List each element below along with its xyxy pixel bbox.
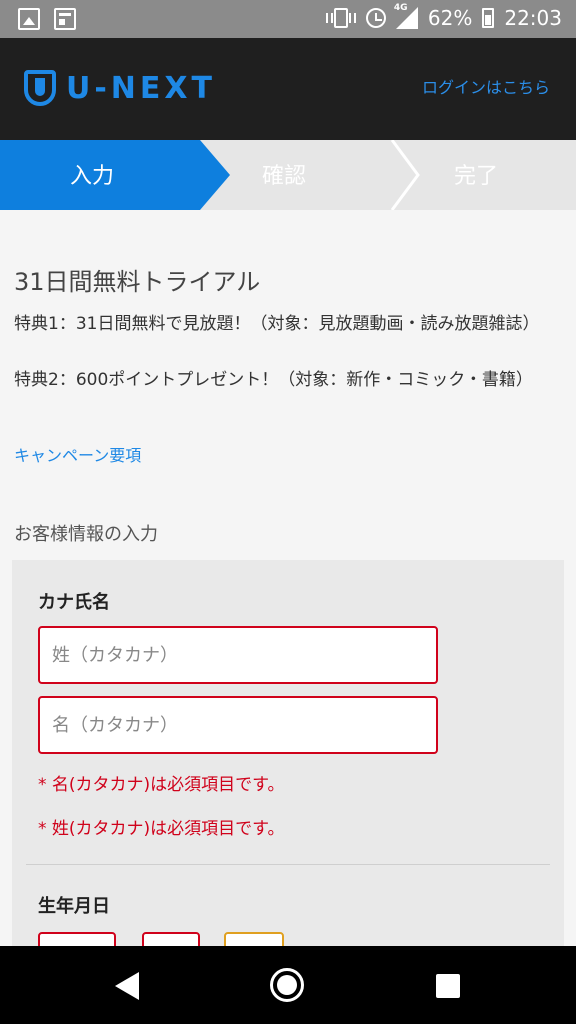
customer-info-heading: お客様情報の入力 (14, 524, 158, 545)
birthdate-label: 生年月日 (38, 896, 110, 917)
error-last-name: * 姓(カタカナ)は必須項目です。 (38, 819, 285, 839)
app-header: U-NEXT ログインはこちら (0, 38, 576, 140)
recent-apps-icon[interactable] (436, 974, 460, 998)
step-label-input: 入力 (70, 164, 115, 189)
alarm-icon (365, 8, 386, 28)
trial-title: 31日間無料トライアル (14, 268, 261, 296)
login-link[interactable]: ログインはこちら (422, 74, 550, 98)
status-bar: 4G 62% 22:03 (0, 0, 576, 38)
benefit-1: 特典1：31日間無料で見放題！（対象：見放題動画・読み放題雑誌） (14, 314, 540, 334)
navigation-bar (0, 946, 576, 1024)
unext-logo[interactable]: U-NEXT (24, 70, 216, 106)
step-label-confirm: 確認 (262, 164, 307, 189)
back-icon[interactable] (115, 972, 139, 1000)
step-arrow (200, 140, 230, 210)
signal-icon: 4G (394, 3, 418, 29)
step-label-complete: 完了 (454, 164, 499, 189)
campaign-terms-link[interactable]: キャンペーン要項 (14, 442, 141, 466)
shield-logo-icon (24, 70, 56, 106)
battery-icon (482, 8, 495, 28)
news-icon (54, 8, 76, 30)
battery-percent: 62% (427, 6, 473, 30)
kana-name-label: カナ氏名 (38, 592, 110, 613)
home-icon[interactable] (270, 968, 304, 1002)
step-divider-icon (390, 140, 420, 210)
notification-icons (18, 8, 76, 30)
system-icons: 4G 62% 22:03 (325, 3, 562, 30)
customer-form: カナ氏名 * 名(カタカナ)は必須項目です。 * 姓(カタカナ)は必須項目です。… (12, 560, 564, 962)
last-name-kana-input[interactable] (38, 626, 438, 684)
vibrate-icon (325, 8, 356, 28)
progress-steps: 入力 確認 完了 (0, 140, 576, 210)
first-name-kana-input[interactable] (38, 696, 438, 754)
clock: 22:03 (504, 6, 562, 30)
logo-text: U-NEXT (66, 70, 217, 106)
network-type: 4G (393, 3, 408, 13)
benefit-2: 特典2：600ポイントプレゼント！（対象：新作・コミック・書籍） (14, 370, 533, 390)
divider (26, 864, 550, 865)
gallery-icon (18, 8, 40, 30)
error-first-name: * 名(カタカナ)は必須項目です。 (38, 775, 285, 795)
